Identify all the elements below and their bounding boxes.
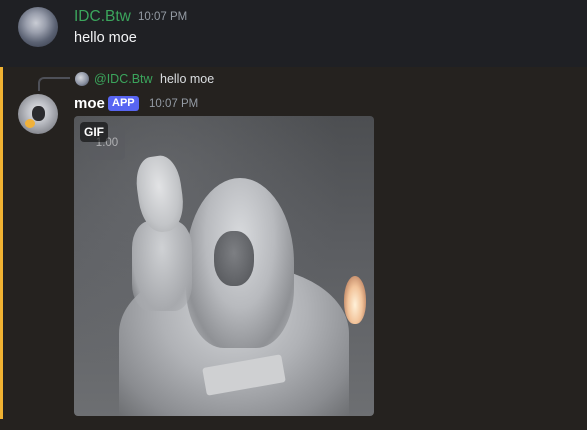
timestamp: 10:07 PM — [149, 98, 199, 110]
avatar-idc-btw[interactable] — [18, 7, 58, 47]
gif-attachment[interactable]: 1.00 GIF — [74, 116, 374, 416]
avatar-face — [32, 106, 45, 121]
message-idc-btw: IDC.Btw 10:07 PM hello moe — [0, 0, 587, 67]
gif-figure-face — [214, 231, 254, 286]
app-badge: APP — [108, 96, 139, 111]
author-name[interactable]: moe — [74, 95, 105, 112]
reply-preview-text[interactable]: hello moe — [160, 72, 214, 86]
avatar-accent — [25, 119, 35, 128]
message-moe: @IDC.Btw hello moe moe APP 10:07 PM 1.00… — [0, 67, 587, 430]
message-content: hello moe — [74, 30, 137, 46]
mention-highlight-bar — [0, 67, 3, 419]
reply-spine — [38, 77, 70, 91]
gif-badge: GIF — [80, 122, 108, 142]
timestamp: 10:07 PM — [138, 11, 188, 23]
author-name[interactable]: IDC.Btw — [74, 8, 131, 26]
gif-candle-flame — [344, 276, 366, 324]
reply-avatar[interactable] — [75, 72, 89, 86]
reply-mention[interactable]: @IDC.Btw — [94, 72, 153, 86]
avatar-moe[interactable] — [18, 94, 58, 134]
gif-figure-arm — [132, 221, 192, 311]
